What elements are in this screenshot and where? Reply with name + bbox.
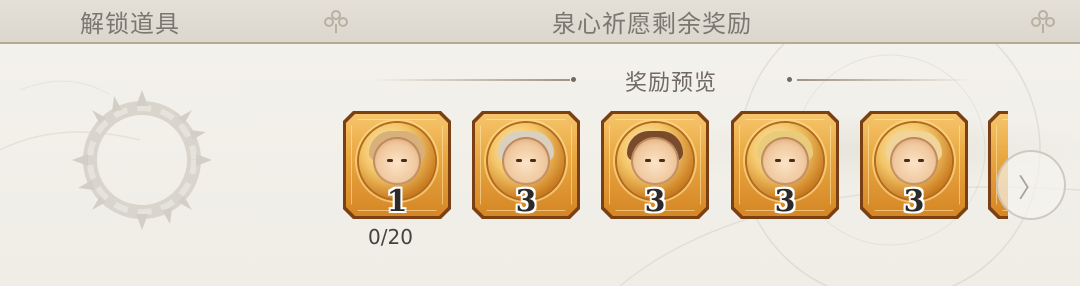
- reward-item[interactable]: 3: [601, 111, 709, 219]
- preview-title: 奖励预览: [625, 71, 718, 96]
- reward-count: 3: [774, 184, 796, 219]
- reward-item[interactable]: 3: [860, 111, 968, 219]
- reward-panel: 解锁道具 泉心祈愿剩余奖励 奖励预览 1 3 3 3 3 0/20 〉: [0, 0, 1080, 286]
- ornament-icon: [1031, 10, 1055, 33]
- divider-right: [797, 79, 972, 81]
- reward-count: 1: [386, 184, 408, 219]
- reward-count: 3: [515, 184, 537, 219]
- progress-counter: 0/20: [368, 225, 413, 249]
- divider-dot: [787, 77, 792, 82]
- reward-count: 3: [644, 184, 666, 219]
- chevron-right-icon: 〉: [1017, 174, 1044, 204]
- divider-left: [372, 79, 570, 81]
- thorn-wreath-icon: [72, 90, 212, 230]
- header-bar: 解锁道具 泉心祈愿剩余奖励: [0, 0, 1080, 44]
- reward-item[interactable]: 3: [731, 111, 839, 219]
- divider-dot: [571, 77, 576, 82]
- reward-count: 3: [903, 184, 925, 219]
- reward-item[interactable]: 1: [343, 111, 451, 219]
- reward-item[interactable]: 3: [472, 111, 580, 219]
- tab-unlock-items[interactable]: 解锁道具: [80, 4, 180, 39]
- page-title: 泉心祈愿剩余奖励: [552, 10, 752, 38]
- scroll-right-button[interactable]: 〉: [996, 150, 1066, 220]
- ornament-icon: [324, 10, 348, 33]
